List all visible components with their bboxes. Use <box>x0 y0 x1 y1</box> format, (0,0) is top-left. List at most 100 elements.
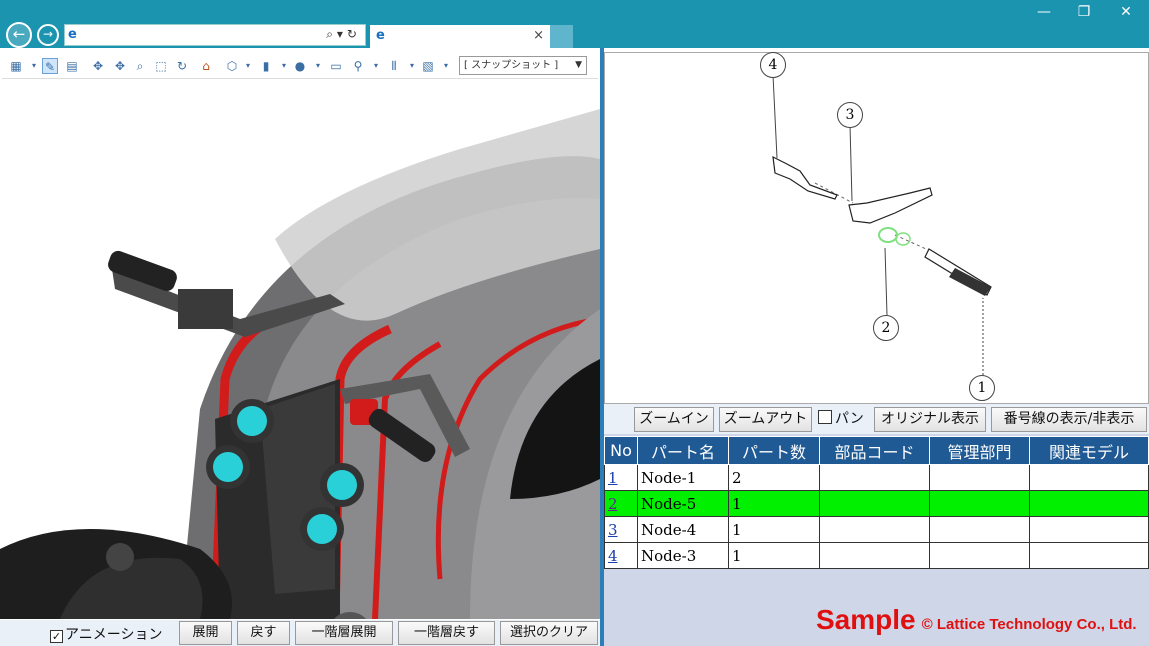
toggle-number-lines-button[interactable]: 番号線の表示/非表示 <box>991 407 1147 432</box>
view-mode-icon[interactable]: ▦ <box>8 58 24 74</box>
part-code-cell <box>819 542 930 569</box>
department-cell <box>929 542 1030 569</box>
dropdown-arrow-icon[interactable]: ▾ <box>310 58 326 74</box>
section-icon[interactable]: ⫴ <box>386 58 402 74</box>
forward-arrow-icon[interactable]: → <box>37 24 59 46</box>
checkbox-icon <box>818 410 832 424</box>
dropdown-arrow-icon[interactable]: ▾ <box>26 58 42 74</box>
new-tab-button[interactable] <box>550 25 573 48</box>
zoom-out-button[interactable]: ズームアウト <box>719 407 812 432</box>
cylinder-icon[interactable]: ▮ <box>258 58 274 74</box>
close-tab-icon[interactable]: × <box>533 28 544 43</box>
chevron-down-icon: ▼ <box>575 60 582 70</box>
part-name-cell: Node-3 <box>637 542 729 569</box>
row-number-link[interactable]: 4 <box>608 547 618 565</box>
ie-icon: e <box>68 27 77 42</box>
3d-viewer-panel: ▦ ▾ ✎ ▤ ✥ ✥ ⌕ ⬚ ↻ ⌂ ⬡ ▾ ▮ ▾ ● ▾ ▭ ⚲ ▾ ⫴ … <box>0 48 600 646</box>
part-name-cell: Node-5 <box>637 490 729 517</box>
browser-titlebar: ← → e ⌕▾↻ e × — ❐ ✕ <box>0 0 1149 48</box>
layers-icon[interactable]: ▧ <box>420 58 436 74</box>
address-input[interactable] <box>87 26 307 44</box>
row-number-link[interactable]: 3 <box>608 521 618 539</box>
sample-watermark: Sample © Lattice Technology Co., Ltd. <box>816 604 1137 636</box>
parts-table: No パート名 パート数 部品コード 管理部門 関連モデル 1 Node-1 2… <box>604 436 1149 569</box>
watermark-copyright: © Lattice Technology Co., Ltd. <box>921 616 1137 633</box>
table-row[interactable]: 1 Node-1 2 <box>604 464 1149 491</box>
part-count-cell: 1 <box>728 542 820 569</box>
part-code-cell <box>819 516 930 543</box>
drawing-controls: ズームイン ズームアウト パン オリジナル表示 番号線の表示/非表示 <box>604 404 1149 434</box>
column-header-department: 管理部門 <box>929 436 1030 465</box>
dropdown-arrow-icon[interactable]: ▾ <box>240 58 256 74</box>
address-bar[interactable]: e ⌕▾↻ <box>64 24 366 46</box>
dropdown-arrow-icon[interactable]: ▾ <box>404 58 420 74</box>
department-cell <box>929 516 1030 543</box>
checkmark-icon: ✓ <box>50 630 63 643</box>
viewer-footer: ✓ アニメーション 展開 戻す 一階層展開 一階層戻す 選択のクリア <box>0 620 600 646</box>
zoom-icon[interactable]: ⌕ <box>132 58 148 74</box>
part-count-cell: 1 <box>728 490 820 517</box>
dropdown-arrow-icon[interactable]: ▾ <box>368 58 384 74</box>
dropdown-arrow-icon[interactable]: ▾ <box>276 58 292 74</box>
column-header-part-name: パート名 <box>637 436 729 465</box>
window-close-icon[interactable]: ✕ <box>1116 4 1136 20</box>
browser-tab[interactable]: e × <box>370 25 550 48</box>
balloon-3[interactable]: 3 <box>837 102 863 128</box>
snapshot-select[interactable]: [ スナップショット ] ▼ <box>459 56 587 75</box>
move-icon[interactable]: ✥ <box>90 58 106 74</box>
part-count-cell: 1 <box>728 516 820 543</box>
column-header-no: No <box>604 436 638 465</box>
3d-model-view[interactable] <box>0 79 600 619</box>
zoom-in-button[interactable]: ズームイン <box>634 407 714 432</box>
screen-icon[interactable]: ▭ <box>328 58 344 74</box>
watermark-main: Sample <box>816 604 916 635</box>
search-refresh-icons[interactable]: ⌕▾↻ <box>326 27 361 42</box>
balloon-4[interactable]: 4 <box>760 52 786 78</box>
column-header-part-code: 部品コード <box>819 436 930 465</box>
minimize-icon[interactable]: — <box>1034 4 1054 20</box>
row-number-link[interactable]: 2 <box>608 495 618 513</box>
sphere-icon[interactable]: ● <box>292 58 308 74</box>
viewer-toolbar: ▦ ▾ ✎ ▤ ✥ ✥ ⌕ ⬚ ↻ ⌂ ⬡ ▾ ▮ ▾ ● ▾ ▭ ⚲ ▾ ⫴ … <box>2 53 598 79</box>
snapshot-label: [ スナップショット ] <box>464 60 559 71</box>
exploded-diagram <box>772 74 992 375</box>
balloon-1[interactable]: 1 <box>969 375 995 401</box>
back-arrow-icon[interactable]: ← <box>6 22 32 48</box>
maximize-icon[interactable]: ❐ <box>1074 4 1094 20</box>
select-pen-icon[interactable]: ✎ <box>42 58 58 74</box>
measure-icon[interactable]: ⚲ <box>350 58 366 74</box>
restore-button[interactable]: 戻す <box>237 621 290 645</box>
related-model-cell <box>1029 490 1149 517</box>
home-view-icon[interactable]: ⌂ <box>198 58 214 74</box>
related-model-cell <box>1029 516 1149 543</box>
restore-one-level-button[interactable]: 一階層戻す <box>398 621 495 645</box>
department-cell <box>929 490 1030 517</box>
clear-selection-button[interactable]: 選択のクリア <box>500 621 598 645</box>
related-model-cell <box>1029 542 1149 569</box>
table-row-selected[interactable]: 2 Node-5 1 <box>604 490 1149 517</box>
original-view-button[interactable]: オリジナル表示 <box>874 407 986 432</box>
table-row[interactable]: 3 Node-4 1 <box>604 516 1149 543</box>
exploded-parts-drawing[interactable]: 4 3 2 1 <box>604 52 1149 404</box>
row-number-link[interactable]: 1 <box>608 469 618 487</box>
property-icon[interactable]: ▤ <box>64 58 80 74</box>
animation-checkbox[interactable]: ✓ アニメーション <box>50 624 162 644</box>
column-header-related-model: 関連モデル <box>1029 436 1149 465</box>
pan-checkbox[interactable]: パン <box>818 408 864 428</box>
part-name-cell: Node-4 <box>637 516 729 543</box>
related-model-cell <box>1029 464 1149 491</box>
table-row[interactable]: 4 Node-3 1 <box>604 542 1149 569</box>
refresh-view-icon[interactable]: ↻ <box>174 58 190 74</box>
motorcycle-model-render <box>0 79 600 619</box>
department-cell <box>929 464 1030 491</box>
expand-button[interactable]: 展開 <box>179 621 232 645</box>
balloon-2[interactable]: 2 <box>873 315 899 341</box>
cube-view-icon[interactable]: ⬡ <box>224 58 240 74</box>
part-name-cell: Node-1 <box>637 464 729 491</box>
zoom-box-icon[interactable]: ⬚ <box>153 58 169 74</box>
expand-one-level-button[interactable]: 一階層展開 <box>295 621 393 645</box>
part-code-cell <box>819 464 930 491</box>
dropdown-arrow-icon[interactable]: ▾ <box>438 58 454 74</box>
rotate-icon[interactable]: ✥ <box>112 58 128 74</box>
column-header-part-count: パート数 <box>728 436 820 465</box>
